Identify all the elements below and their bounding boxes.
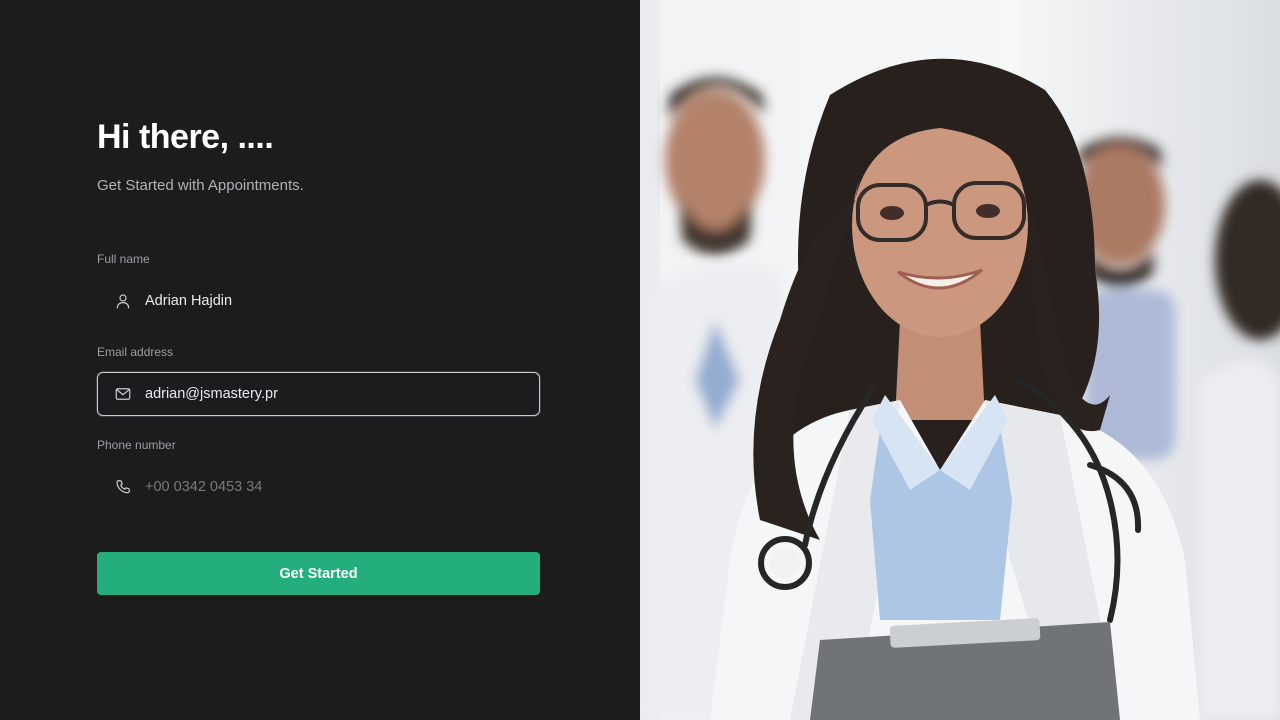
phone-label: Phone number — [97, 438, 176, 452]
email-input[interactable] — [145, 373, 539, 415]
email-label: Email address — [97, 345, 174, 359]
phone-field[interactable] — [97, 465, 540, 509]
page-title: Hi there, .... — [97, 118, 274, 156]
page-subtitle: Get Started with Appointments. — [97, 177, 304, 194]
get-started-button[interactable]: Get Started — [97, 552, 540, 595]
mail-icon — [113, 384, 133, 404]
hero-image-panel — [640, 0, 1280, 720]
email-field[interactable] — [97, 372, 540, 416]
phone-icon — [113, 477, 133, 497]
user-icon — [113, 291, 133, 311]
phone-input[interactable] — [145, 466, 539, 508]
patient-form: Hi there, .... Get Started with Appointm… — [97, 116, 540, 595]
fullname-input[interactable] — [145, 280, 539, 322]
fullname-field[interactable] — [97, 279, 540, 323]
onboarding-page: Hi there, .... Get Started with Appointm… — [0, 0, 1280, 720]
fullname-label: Full name — [97, 252, 150, 266]
doctors-photo — [640, 0, 1280, 720]
form-panel: Hi there, .... Get Started with Appointm… — [0, 0, 640, 720]
